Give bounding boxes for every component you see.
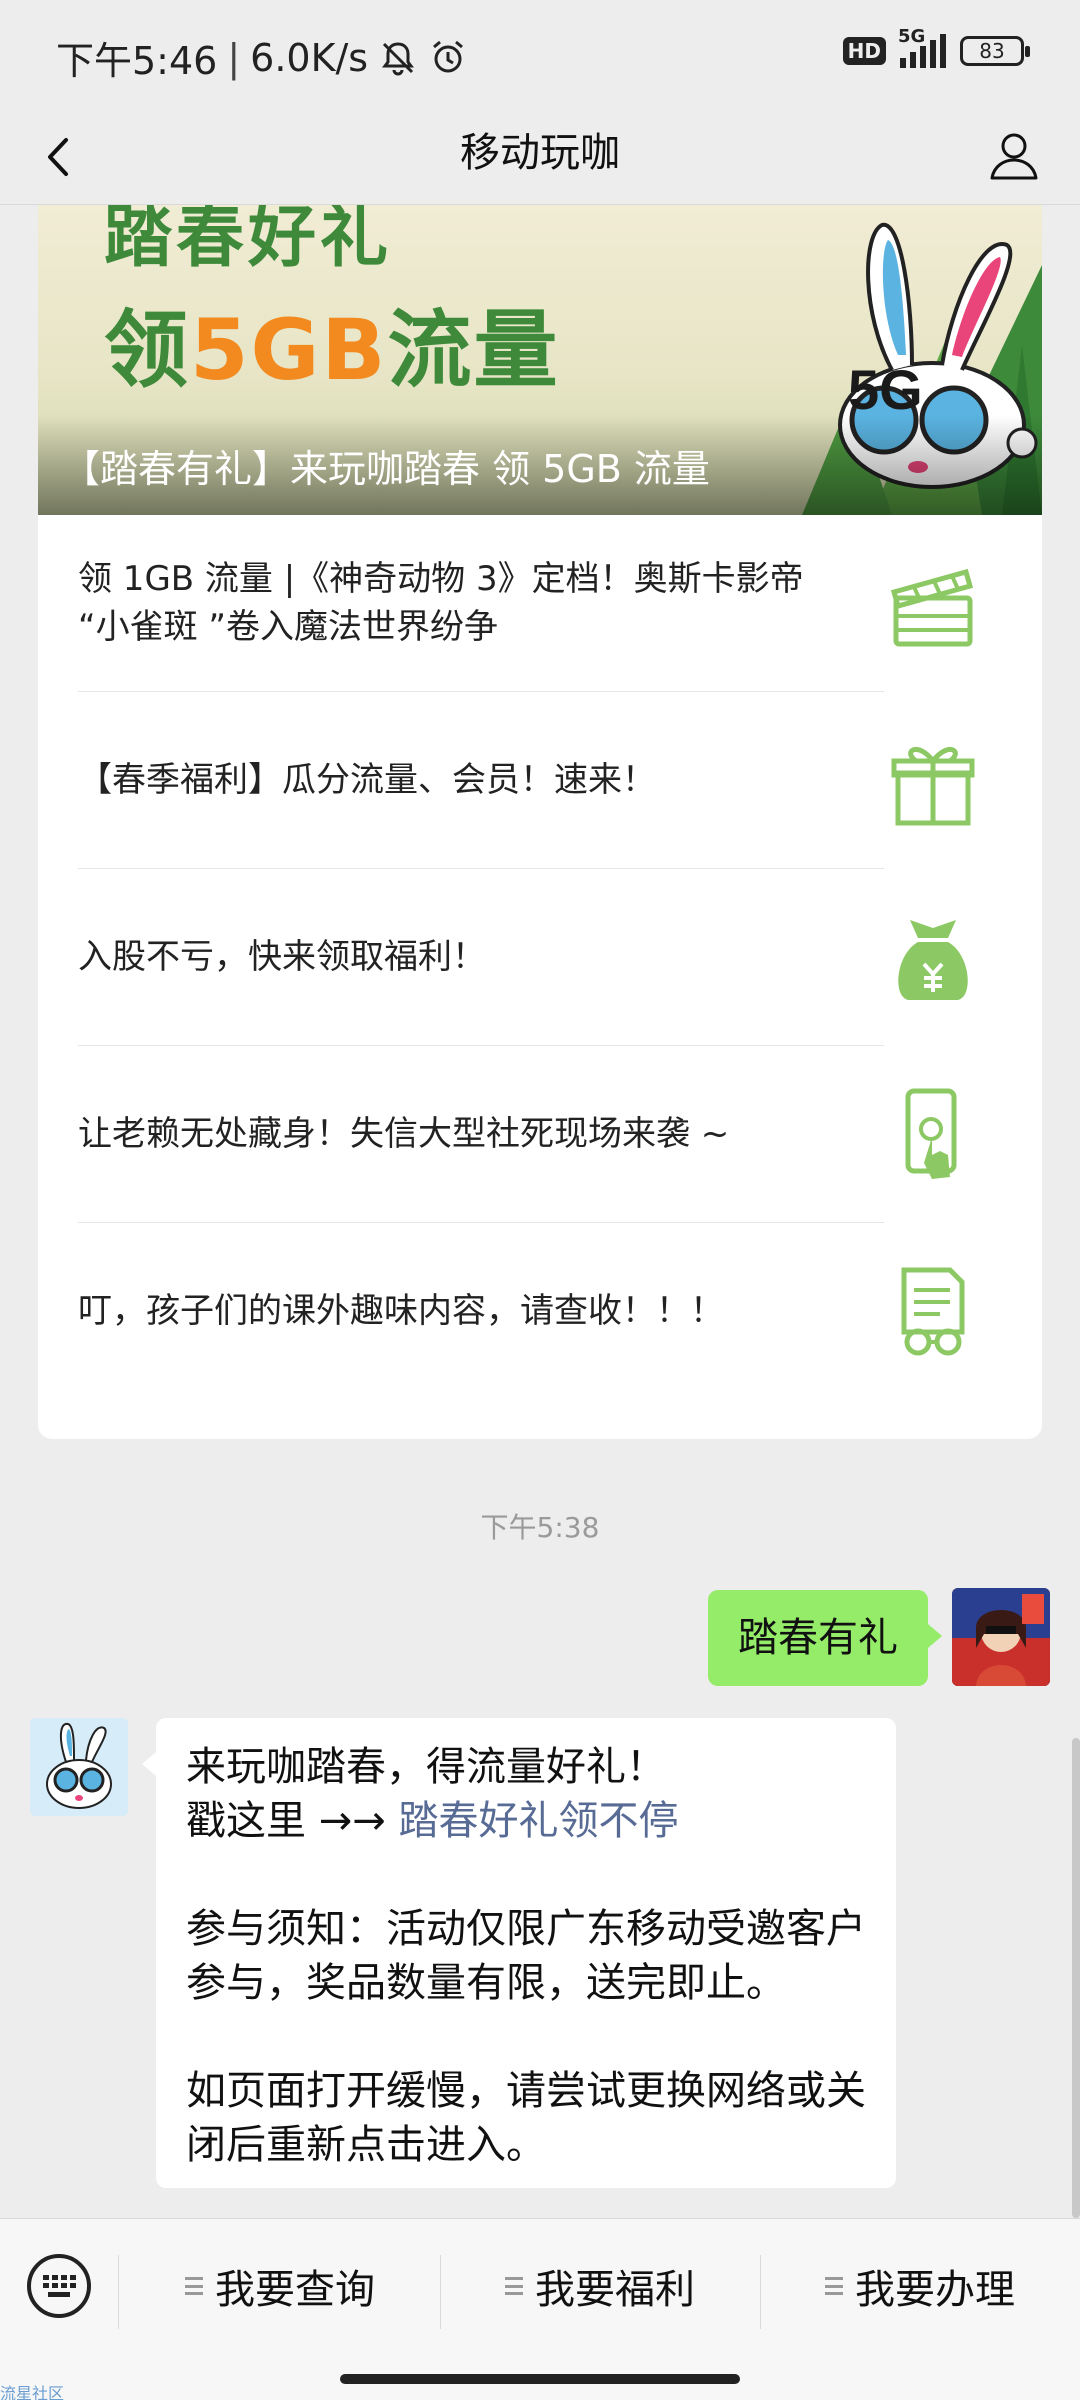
promo-link[interactable]: 踏春好礼领不停 [398, 1798, 678, 1844]
divider [118, 2255, 119, 2329]
list-item-title: 叮，孩子们的课外趣味内容，请查收！！！ [78, 1291, 724, 1331]
battery-level: 83 [979, 39, 1005, 63]
banner-headline-2-suffix: 流量 [387, 301, 560, 399]
sent-message-bubble[interactable]: 踏春有礼 [708, 1590, 942, 1686]
menu-lines-icon [825, 2277, 843, 2295]
bunny-avatar-image [30, 1718, 128, 1816]
alarm-icon [433, 40, 464, 72]
gift-icon [891, 746, 975, 825]
person-icon[interactable] [984, 126, 1044, 186]
menu-label: 我要办理 [855, 2267, 1015, 2313]
status-time: 下午5:46 [56, 39, 218, 83]
received-line-1: 来玩咖踏春，得流量好礼！ [186, 1744, 666, 1790]
list-item-title: 入股不亏，快来领取福利！ [78, 937, 486, 977]
list-item[interactable]: 让老赖无处藏身！失信大型社死现场来袭 ~ [78, 1046, 1002, 1223]
list-item[interactable]: 【春季福利】瓜分流量、会员！速来！ [78, 692, 1002, 869]
signal-icon: 5G [898, 26, 946, 68]
bottom-menu: 我要查询 我要福利 我要办理 [0, 2218, 1080, 2400]
status-separator: | [227, 35, 241, 80]
menu-benefits-button[interactable]: 我要福利 [440, 2247, 760, 2325]
menu-lines-icon [505, 2277, 523, 2295]
banner-headline-2-prefix: 领 [104, 301, 191, 399]
phone-touch-icon [905, 1088, 957, 1179]
nav-bar: 移动玩咖 [0, 110, 1080, 205]
menu-lines-icon [185, 2277, 203, 2295]
banner-headline-1: 踏春好礼 [104, 205, 393, 277]
battery-icon: 83 [960, 36, 1030, 66]
received-tip: 如页面打开缓慢，请尝试更换网络或关闭后重新点击进入。 [186, 2068, 866, 2168]
banner-headline-2: 领5GB流量 [104, 283, 559, 404]
banner-art-label: 5G [848, 358, 923, 421]
home-indicator[interactable] [340, 2374, 740, 2384]
scrollbar[interactable] [1072, 1738, 1080, 2218]
chat-timestamp: 下午5:38 [480, 1511, 600, 1544]
user-avatar-image [952, 1588, 1050, 1686]
list-item[interactable]: 入股不亏，快来领取福利！ [78, 869, 1002, 1046]
banner-caption: 【踏春有礼】来玩咖踏春 领 5GB 流量 [62, 447, 710, 491]
list-item[interactable]: 叮，孩子们的课外趣味内容，请查收！！！ [78, 1223, 1002, 1400]
list-item[interactable]: 领 1GB 流量 |《神奇动物 3》定档！奥斯卡影帝 “小雀斑 ”卷入魔法世界纷… [78, 515, 1002, 692]
page-title: 移动玩咖 [460, 130, 620, 176]
avatar[interactable] [952, 1588, 1050, 1686]
status-right: HD 5G 83 [842, 26, 1030, 68]
list-item-title: 【春季福利】瓜分流量、会员！速来！ [78, 760, 656, 800]
watermark: 流星社区 [0, 2384, 65, 2400]
menu-service-button[interactable]: 我要办理 [760, 2247, 1080, 2325]
received-message-bubble: 来玩咖踏春，得流量好礼！ 戳这里 →→ 踏春好礼领不停 参与须知：活动仅限广东移… [142, 1718, 896, 2188]
received-notice: 参与须知：活动仅限广东移动受邀客户参与，奖品数量有限，送完即止。 [186, 1906, 866, 2006]
received-line-2: 戳这里 →→ 踏春好礼领不停 [186, 1794, 866, 1848]
menu-label: 我要福利 [535, 2267, 695, 2313]
network-label: 5G [898, 26, 926, 47]
status-speed: 6.0K/s [250, 35, 369, 80]
article-card: 踏春好礼 领5GB流量 5G 【踏春有礼】来玩咖踏春 领 5GB 流量 领 1G… [38, 205, 1042, 1439]
menu-label: 我要查询 [215, 2267, 375, 2313]
received-line-2-prefix: 戳这里 →→ [186, 1798, 399, 1844]
avatar[interactable] [30, 1718, 128, 1816]
list-item-title: 领 1GB 流量 |《神奇动物 3》定档！奥斯卡影帝 “小雀斑 ”卷入魔法世界纷… [78, 559, 804, 647]
keyboard-icon[interactable] [26, 2253, 92, 2319]
list-item-title: 让老赖无处藏身！失信大型社死现场来袭 ~ [78, 1114, 730, 1154]
clapperboard-icon [890, 568, 974, 646]
status-bar: 下午5:46 | 6.0K/s HD 5G 83 [0, 0, 1080, 110]
menu-query-button[interactable]: 我要查询 [120, 2247, 440, 2325]
reading-document-icon [901, 1267, 965, 1355]
mute-bell-icon [382, 41, 415, 75]
banner-headline-2-highlight: 5GB [190, 301, 388, 399]
hd-badge: HD [842, 37, 886, 65]
money-bag-icon [898, 919, 968, 1000]
banner-article[interactable]: 踏春好礼 领5GB流量 5G 【踏春有礼】来玩咖踏春 领 5GB 流量 [38, 205, 1042, 515]
status-left: 下午5:46 | 6.0K/s [56, 30, 468, 85]
